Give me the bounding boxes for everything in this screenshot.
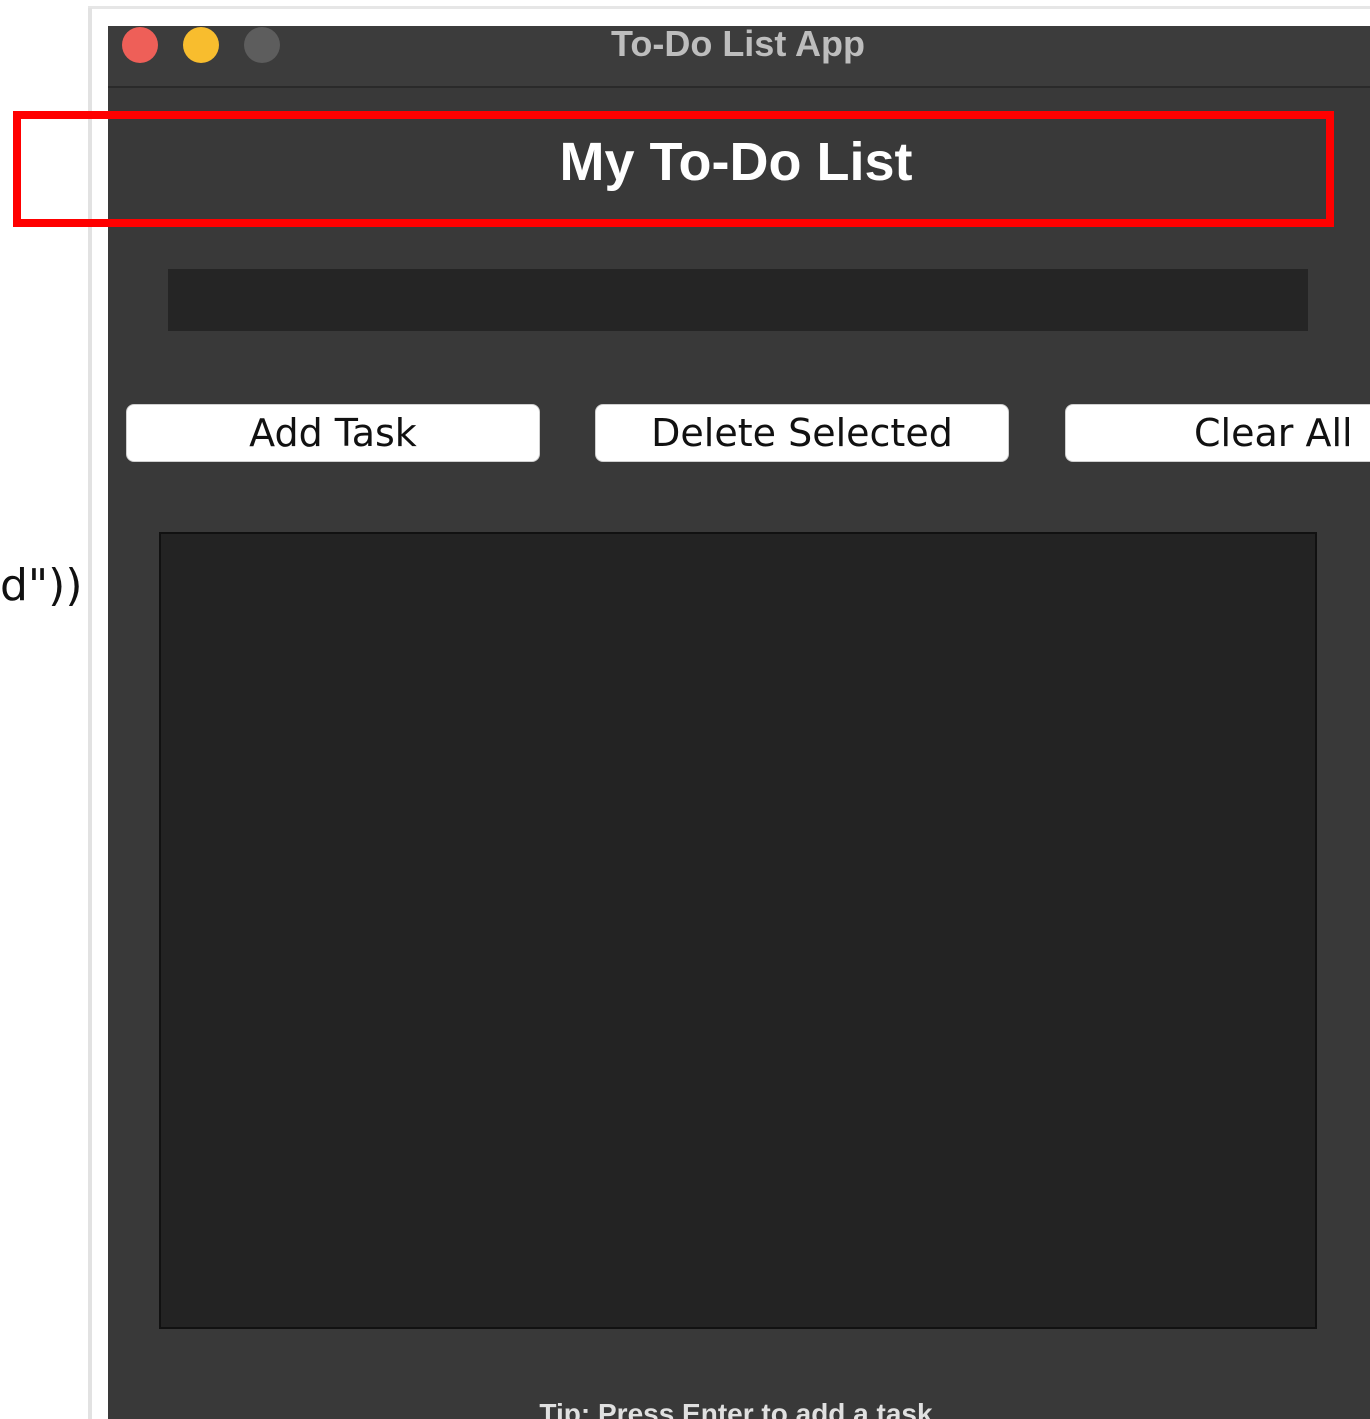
delete-selected-button[interactable]: Delete Selected [595, 404, 1009, 462]
app-heading: My To-Do List [559, 132, 913, 192]
task-input[interactable] [168, 269, 1308, 331]
clear-all-button[interactable]: Clear All [1065, 404, 1370, 462]
window-title: To-Do List App [611, 23, 865, 64]
background-code-fragment: d")) [0, 560, 83, 611]
screenshot-canvas: d")) To-Do List App My To-Do List Add Ta… [0, 0, 1370, 1419]
window-titlebar[interactable]: To-Do List App [108, 26, 1370, 88]
tip-text: Tip: Press Enter to add a task [539, 1398, 933, 1419]
background-window-edge-left [88, 8, 92, 1419]
add-task-button[interactable]: Add Task [126, 404, 540, 462]
task-listbox[interactable] [159, 532, 1317, 1329]
app-window: To-Do List App My To-Do List Add Task De… [108, 26, 1370, 1419]
background-window-edge-top [88, 6, 1370, 9]
